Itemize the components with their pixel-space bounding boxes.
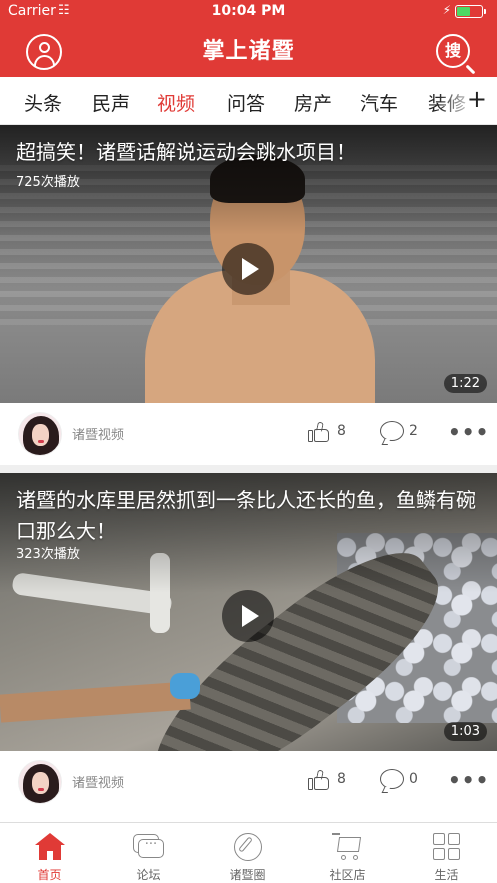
cart-icon bbox=[332, 831, 364, 863]
video-meta: 诸暨视频 8 2 ••• bbox=[0, 403, 497, 465]
avatar[interactable] bbox=[18, 412, 62, 456]
search-button[interactable]: 搜 bbox=[436, 34, 476, 75]
video-duration: 1:03 bbox=[443, 722, 487, 741]
nav-life[interactable]: 生活 bbox=[397, 823, 496, 883]
like-icon[interactable] bbox=[308, 769, 330, 791]
play-count: 725次播放 bbox=[16, 175, 80, 190]
nav-label: 首页 bbox=[37, 868, 62, 882]
cart-icon-wheel bbox=[341, 855, 346, 860]
like-icon-cuff bbox=[308, 430, 313, 442]
app-header: Carrier ☷ 10:04 PM ⚡ 掌上诸暨 搜 bbox=[0, 0, 497, 77]
thumbnail-arm bbox=[0, 681, 191, 723]
tab-real-estate[interactable]: 房产 bbox=[294, 89, 332, 116]
video-thumbnail[interactable]: 超搞笑！诸暨话解说运动会跳水项目！ 725次播放 1:22 bbox=[0, 125, 497, 403]
nav-label: 论坛 bbox=[136, 868, 161, 882]
battery-icon bbox=[455, 5, 486, 18]
forum-icon-front: ··· bbox=[138, 838, 164, 858]
play-icon bbox=[242, 605, 259, 627]
source-name[interactable]: 诸暨视频 bbox=[72, 424, 124, 443]
video-title[interactable]: 超搞笑！诸暨话解说运动会跳水项目！ bbox=[16, 137, 481, 168]
cart-icon-basket bbox=[336, 837, 362, 852]
nav-home[interactable]: 首页 bbox=[0, 823, 99, 883]
add-tab-button[interactable]: + bbox=[467, 85, 487, 113]
forum-icon: ··· bbox=[133, 831, 165, 863]
play-icon bbox=[242, 258, 259, 280]
grid-icon-cell bbox=[448, 848, 460, 860]
grid-icon-cell bbox=[433, 833, 445, 845]
video-duration: 1:22 bbox=[443, 374, 487, 393]
search-icon-handle bbox=[465, 64, 476, 75]
video-card[interactable]: 超搞笑！诸暨话解说运动会跳水项目！ 725次播放 1:22 诸暨视频 8 2 •… bbox=[0, 125, 497, 465]
comment-icon-tail bbox=[381, 439, 391, 445]
home-icon-door bbox=[47, 851, 53, 860]
thumbnail-glove bbox=[170, 673, 200, 699]
play-button[interactable] bbox=[222, 243, 274, 295]
like-count: 8 bbox=[337, 423, 346, 439]
like-icon[interactable] bbox=[308, 421, 330, 443]
avatar-lips bbox=[38, 788, 44, 791]
comment-count: 0 bbox=[409, 771, 418, 787]
nav-label: 生活 bbox=[434, 868, 459, 882]
status-time: 10:04 PM bbox=[211, 3, 286, 19]
grid-icon-cell bbox=[448, 833, 460, 845]
search-icon: 搜 bbox=[444, 41, 461, 60]
tab-public-voice[interactable]: 民声 bbox=[92, 89, 130, 116]
tab-qa[interactable]: 问答 bbox=[227, 89, 265, 116]
more-options-button[interactable]: ••• bbox=[448, 420, 489, 444]
nav-community-store[interactable]: 社区店 bbox=[298, 823, 397, 883]
nav-forum[interactable]: ··· 论坛 bbox=[99, 823, 198, 883]
nav-label: 诸暨圈 bbox=[229, 868, 266, 882]
compass-icon bbox=[232, 831, 264, 863]
home-icon bbox=[34, 831, 66, 863]
status-bar: Carrier ☷ 10:04 PM ⚡ bbox=[0, 0, 497, 24]
more-options-button[interactable]: ••• bbox=[448, 768, 489, 792]
video-title[interactable]: 诸暨的水库里居然抓到一条比人还长的鱼，鱼鳞有碗口那么大！ bbox=[16, 485, 481, 547]
comment-icon-tail bbox=[381, 787, 391, 793]
video-meta: 诸暨视频 8 0 ••• bbox=[0, 751, 497, 813]
like-count: 8 bbox=[337, 771, 346, 787]
cart-icon-wheel bbox=[353, 855, 358, 860]
comment-icon[interactable] bbox=[380, 769, 404, 793]
video-thumbnail[interactable]: 诸暨的水库里居然抓到一条比人还长的鱼，鱼鳞有碗口那么大！ 323次播放 1:03 bbox=[0, 473, 497, 751]
app-title: 掌上诸暨 bbox=[202, 39, 295, 64]
avatar-lips bbox=[38, 440, 44, 443]
grid-icon-cell bbox=[433, 848, 445, 860]
tab-cars[interactable]: 汽车 bbox=[360, 89, 398, 116]
video-card[interactable]: 诸暨的水库里居然抓到一条比人还长的鱼，鱼鳞有碗口那么大！ 323次播放 1:03… bbox=[0, 473, 497, 821]
nav-label: 社区店 bbox=[329, 868, 366, 882]
avatar[interactable] bbox=[18, 760, 62, 804]
battery-nub bbox=[484, 9, 486, 14]
charging-icon: ⚡ bbox=[442, 3, 451, 17]
tab-video[interactable]: 视频 bbox=[157, 89, 195, 116]
tab-headline[interactable]: 头条 bbox=[24, 89, 62, 116]
nav-zhuji-circle[interactable]: 诸暨圈 bbox=[198, 823, 297, 883]
category-tabs: 头条 民声 视频 问答 房产 汽车 装修 + bbox=[0, 77, 497, 125]
cart-icon-handle bbox=[332, 833, 340, 835]
play-count: 323次播放 bbox=[16, 547, 80, 562]
card-separator bbox=[0, 465, 497, 473]
source-name[interactable]: 诸暨视频 bbox=[72, 772, 124, 791]
grid-icon bbox=[431, 831, 463, 863]
like-icon-cuff bbox=[308, 778, 313, 790]
comment-icon[interactable] bbox=[380, 421, 404, 445]
comment-count: 2 bbox=[409, 423, 418, 439]
play-button[interactable] bbox=[222, 590, 274, 642]
battery-fill bbox=[457, 7, 470, 16]
bottom-nav: 首页 ··· 论坛 诸暨圈 社区店 生活 bbox=[0, 822, 497, 883]
